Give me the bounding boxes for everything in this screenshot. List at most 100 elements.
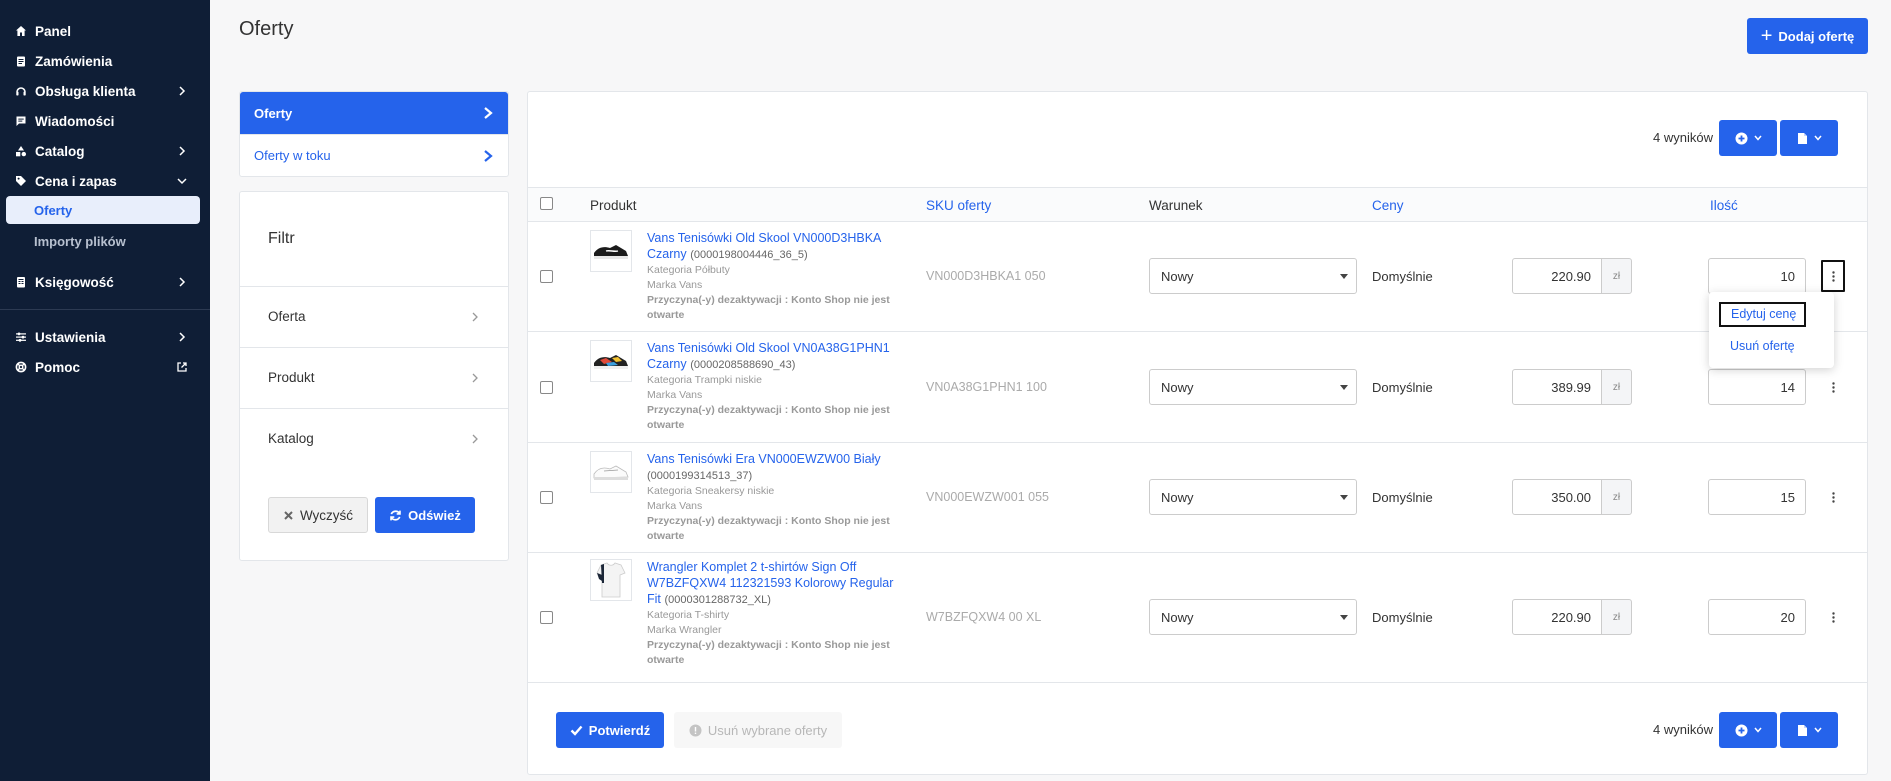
plus-icon: + [1760, 25, 1773, 47]
close-icon [284, 510, 293, 520]
sidebar-item-label: Ustawienia [35, 329, 106, 345]
table-header: Produkt SKU oferty Warunek Ceny Ilość [528, 187, 1867, 222]
sidebar-item-settings[interactable]: Ustawienia [0, 322, 210, 352]
sidebar-item-help[interactable]: Pomoc [0, 352, 210, 382]
subnav-item-offers[interactable]: Oferty [240, 92, 508, 134]
actions-dropdown-button[interactable] [1719, 120, 1777, 156]
page-title: Oferty [239, 18, 294, 40]
sidebar-item-accounting[interactable]: Księgowość [0, 267, 210, 297]
offer-sku: VN0A38G1PHN1 100 [926, 380, 1047, 394]
price-input[interactable]: 220.90 [1512, 258, 1602, 294]
subnav-item-offers-in-progress[interactable]: Oferty w toku [240, 134, 508, 176]
refresh-icon [390, 509, 401, 521]
condition-value: Nowy [1161, 609, 1194, 625]
row-menu-button[interactable] [1821, 481, 1845, 513]
price-type: Domyślnie [1372, 490, 1433, 505]
price-type: Domyślnie [1372, 380, 1433, 395]
kebab-icon [1831, 270, 1835, 282]
edit-price-menu-item[interactable]: Edytuj cenę [1719, 302, 1807, 327]
export-dropdown-button[interactable] [1780, 120, 1838, 156]
alert-circle-icon [689, 724, 702, 736]
deactivation-reason: Przyczyna(-y) dezaktywacji : Konto Shop … [647, 515, 890, 542]
quantity-input[interactable]: 20 [1708, 599, 1806, 635]
sidebar-subitem-file-imports[interactable]: Importy plików [0, 227, 210, 255]
sidebar-item-label: Księgowość [35, 274, 114, 290]
product-thumbnail [590, 340, 632, 382]
kebab-icon [1831, 491, 1835, 503]
condition-select[interactable]: Nowy [1149, 369, 1357, 405]
currency-addon: zł [1601, 479, 1632, 515]
quantity-input[interactable]: 10 [1708, 258, 1806, 294]
product-category: Kategoria T-shirty [647, 609, 730, 621]
sidebar-item-label: Wiadomości [35, 113, 115, 129]
sidebar-item-messages[interactable]: Wiadomości [0, 106, 210, 136]
refresh-button[interactable]: Odśwież [375, 497, 475, 533]
row-menu-button[interactable] [1821, 371, 1845, 403]
condition-select[interactable]: Nowy [1149, 258, 1357, 294]
quantity-input[interactable]: 14 [1708, 369, 1806, 405]
sidebar-item-orders[interactable]: Zamówienia [0, 46, 210, 76]
select-all-checkbox[interactable] [540, 197, 553, 210]
offers-table-card: 4 wyników Produkt SKU oferty Warunek Cen… [527, 91, 1868, 775]
row-menu-button[interactable] [1821, 260, 1845, 292]
price-input[interactable]: 389.99 [1512, 369, 1602, 405]
delete-offer-menu-item[interactable]: Usuń ofertę [1730, 339, 1795, 353]
subnav-item-label: Oferty w toku [254, 148, 331, 163]
chevron-right-icon [179, 277, 186, 287]
confirm-button[interactable]: Potwierdź [556, 712, 664, 748]
sidebar-item-customer-service[interactable]: Obsługa klienta [0, 76, 210, 106]
quantity-input[interactable]: 15 [1708, 479, 1806, 515]
filter-row-offer[interactable]: Oferta [240, 286, 508, 346]
kebab-icon [1831, 611, 1835, 623]
condition-select[interactable]: Nowy [1149, 479, 1357, 515]
actions-dropdown-button-footer[interactable] [1719, 712, 1777, 748]
sidebar-item-label: Catalog [35, 143, 85, 159]
price-input[interactable]: 350.00 [1512, 479, 1602, 515]
product-name-link[interactable]: Vans Tenisówki Era VN000EWZW00 Biały [647, 452, 881, 466]
product-thumbnail [590, 559, 632, 601]
caret-down-icon [1340, 274, 1348, 279]
deactivation-reason: Przyczyna(-y) dezaktywacji : Konto Shop … [647, 404, 890, 431]
add-circle-icon [1735, 132, 1747, 144]
sidebar-item-label: Zamówienia [35, 53, 113, 69]
tag-icon [14, 174, 28, 188]
column-header-quantity[interactable]: Ilość [1710, 198, 1738, 213]
column-header-condition: Warunek [1149, 198, 1203, 213]
row-menu-button[interactable] [1821, 601, 1845, 633]
sidebar-item-label: Pomoc [35, 359, 81, 375]
add-offer-button[interactable]: + Dodaj ofertę [1747, 18, 1868, 54]
column-header-product: Produkt [590, 198, 637, 213]
deactivation-reason: Przyczyna(-y) dezaktywacji : Konto Shop … [647, 639, 890, 666]
sidebar-item-label: Panel [35, 23, 72, 39]
column-header-prices[interactable]: Ceny [1372, 198, 1404, 213]
price-input[interactable]: 220.90 [1512, 599, 1602, 635]
product-code: (0000199314513_37) [647, 470, 753, 482]
chevron-right-icon [472, 312, 478, 322]
condition-value: Nowy [1161, 379, 1194, 395]
export-dropdown-button-footer[interactable] [1780, 712, 1838, 748]
row-checkbox[interactable] [540, 270, 553, 283]
clear-filter-label: Wyczyść [299, 507, 354, 523]
refresh-label: Odśwież [408, 507, 461, 523]
sidebar-item-catalog[interactable]: Catalog [0, 136, 210, 166]
sidebar-subitem-offers[interactable]: Oferty [6, 196, 200, 224]
row-checkbox[interactable] [540, 611, 553, 624]
clear-filter-button[interactable]: Wyczyść [268, 497, 368, 533]
offers-subnav: Oferty Oferty w toku [239, 91, 509, 177]
row-checkbox[interactable] [540, 491, 553, 504]
filter-row-catalog[interactable]: Katalog [240, 408, 508, 468]
shapes-icon [14, 144, 28, 158]
sidebar-item-panel[interactable]: Panel [0, 16, 210, 46]
sidebar-item-price-stock[interactable]: Cena i zapas [0, 166, 210, 196]
condition-select[interactable]: Nowy [1149, 599, 1357, 635]
results-count: 4 wyników [1653, 130, 1713, 145]
filter-row-product[interactable]: Produkt [240, 347, 508, 407]
home-icon [14, 24, 28, 38]
product-info: Wrangler Komplet 2 t-shirtów Sign Off W7… [647, 559, 907, 668]
offer-sku: W7BZFQXW4 00 XL [926, 610, 1042, 624]
filter-panel: Filtr Oferta Produkt Katalog Wyczyść Odś… [239, 191, 509, 561]
column-header-sku[interactable]: SKU oferty [926, 198, 991, 213]
delete-selected-button[interactable]: Usuń wybrane oferty [674, 712, 842, 748]
chevron-down-icon [1753, 727, 1762, 733]
row-checkbox[interactable] [540, 381, 553, 394]
